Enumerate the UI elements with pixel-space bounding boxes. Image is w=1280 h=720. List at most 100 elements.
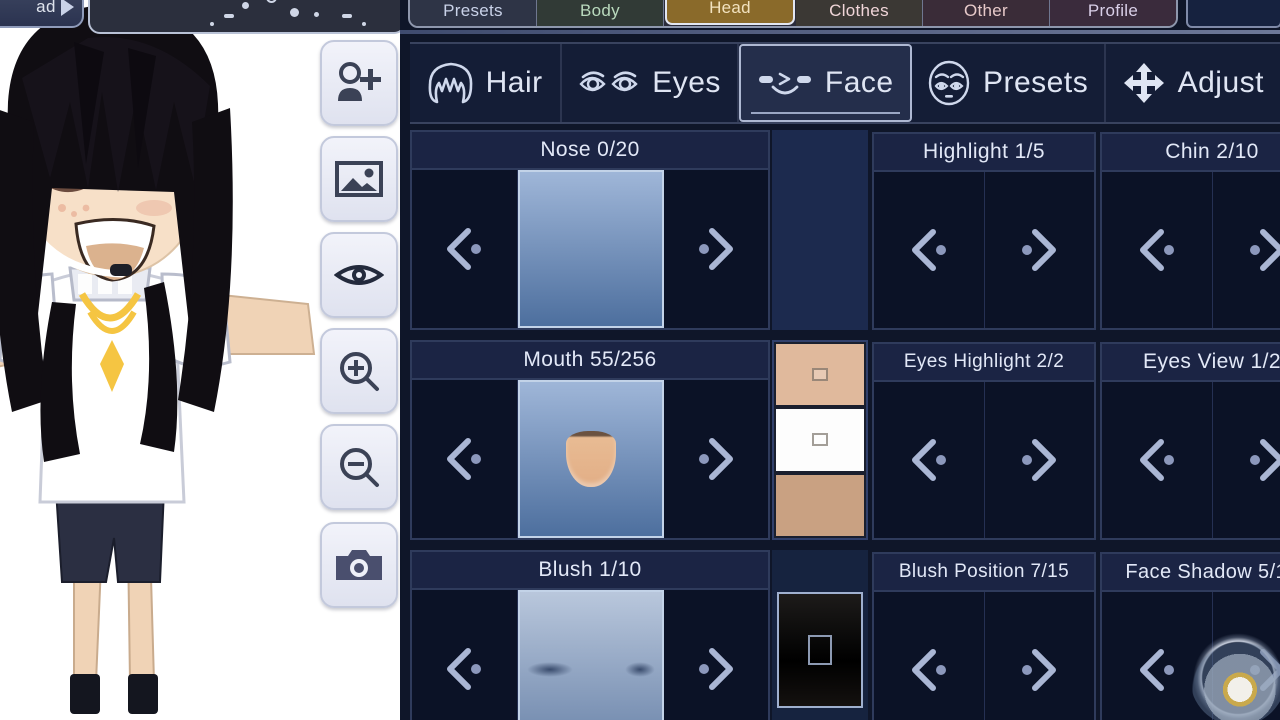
tab-profile[interactable]: Profile [1050, 0, 1176, 26]
mouth-next-button[interactable] [663, 380, 768, 538]
blush-prev-button[interactable] [412, 590, 518, 720]
nose-swatch-placeholder [772, 130, 868, 330]
character-sprite [0, 0, 338, 720]
preview-eye-button[interactable] [320, 232, 398, 318]
swatch-skin[interactable] [774, 342, 866, 408]
tool-rail [320, 40, 398, 608]
nose-preview[interactable] [517, 170, 664, 328]
chevron-left-icon [903, 224, 955, 276]
person-plus-icon [338, 62, 381, 101]
chevron-right-icon [1241, 434, 1280, 486]
subnav-item-presets[interactable]: Presets [912, 44, 1106, 122]
chevron-left-icon [903, 644, 955, 696]
zoom-out-button[interactable] [320, 424, 398, 510]
option-card-eyes-highlight: Eyes Highlight 2/2 [872, 342, 1096, 540]
option-card-face-shadow-title: Face Shadow 5/10 [1102, 554, 1280, 592]
mouth-color-swatch-column [772, 340, 868, 540]
chevron-right-icon [690, 223, 742, 275]
option-card-blush: Blush 1/10 [410, 550, 770, 720]
sparkle-group [90, 0, 400, 32]
magnifier-plus-icon [340, 352, 379, 391]
tab-clothes[interactable]: Clothes [796, 0, 923, 26]
eye-icon [334, 265, 384, 285]
ad-badge-label: ad [36, 0, 56, 16]
chevron-left-icon [903, 434, 955, 486]
magnifier-minus-icon [340, 448, 379, 487]
swatch-white[interactable] [774, 407, 866, 473]
subnav-item-adjust[interactable]: Adjust [1106, 44, 1280, 122]
tab-head-label: Head [709, 0, 751, 17]
option-card-highlight-title: Highlight 1/5 [874, 134, 1094, 172]
blush-marks-icon [526, 661, 655, 677]
background-image-button[interactable] [320, 136, 398, 222]
chevron-right-icon [1013, 224, 1065, 276]
eyes-highlight-prev-button[interactable] [874, 382, 985, 538]
subnav-item-hair[interactable]: Hair [410, 44, 563, 122]
swatch-marker-icon [812, 368, 828, 382]
eyes-highlight-next-button[interactable] [984, 382, 1094, 538]
mouth-prev-button[interactable] [412, 380, 518, 538]
option-card-blush-title: Blush 1/10 [412, 552, 768, 590]
blush-next-button[interactable] [663, 590, 768, 720]
zoom-in-button[interactable] [320, 328, 398, 414]
chin-prev-button[interactable] [1102, 172, 1213, 328]
eyes-view-prev-button[interactable] [1102, 382, 1213, 538]
tab-head[interactable]: Head [665, 0, 795, 25]
mouth-shape-icon [565, 431, 616, 487]
tab-clothes-label: Clothes [829, 1, 889, 20]
tab-body[interactable]: Body [537, 0, 664, 26]
chevron-right-icon [690, 643, 742, 695]
tab-bar-right-panel[interactable] [1186, 0, 1280, 28]
tab-other[interactable]: Other [923, 0, 1050, 26]
face-icon [757, 66, 813, 100]
editor-panel: Presets Body Head Clothes Other Profile [400, 0, 1280, 720]
mouth-preview[interactable] [517, 380, 664, 538]
blush-color-swatch-column [772, 550, 868, 720]
blush-position-prev-button[interactable] [874, 592, 985, 720]
camera-icon [336, 550, 382, 580]
play-triangle-icon [61, 0, 74, 16]
hair-icon [428, 61, 474, 105]
chevron-right-icon [1241, 224, 1280, 276]
tab-presets-label: Presets [443, 1, 503, 20]
option-card-eyes-view: Eyes View 1/2 [1100, 342, 1280, 540]
blush-position-next-button[interactable] [984, 592, 1094, 720]
tab-bar-underline [400, 30, 1280, 34]
option-card-blush-position: Blush Position 7/15 [872, 552, 1096, 720]
add-character-button[interactable] [320, 40, 398, 126]
swatch-tan[interactable] [774, 472, 866, 538]
chevron-left-icon [438, 223, 490, 275]
option-card-highlight-body [874, 172, 1094, 328]
swatch-black[interactable] [777, 592, 863, 708]
highlight-next-button[interactable] [984, 172, 1094, 328]
option-card-nose: Nose 0/20 [410, 130, 770, 330]
subnav-item-eyes[interactable]: Eyes [562, 44, 739, 122]
blush-preview[interactable] [517, 590, 664, 720]
option-card-chin-body [1102, 172, 1280, 328]
ad-badge[interactable]: ad [0, 0, 84, 28]
gacha-character-editor-screen: ad Presets Body Head Clothes Other Profi… [0, 0, 1280, 720]
option-card-blush-body [412, 590, 768, 720]
tab-presets[interactable]: Presets [410, 0, 537, 26]
highlight-prev-button[interactable] [874, 172, 985, 328]
subnav-item-eyes-label: Eyes [652, 66, 721, 99]
option-card-chin-title: Chin 2/10 [1102, 134, 1280, 172]
option-card-mouth-body [412, 380, 768, 538]
face-presets-icon [927, 60, 971, 106]
option-card-eyes-view-title: Eyes View 1/2 [1102, 344, 1280, 382]
subnav-item-presets-label: Presets [983, 66, 1089, 99]
option-card-eyes-view-body [1102, 382, 1280, 538]
chevron-left-icon [1131, 224, 1183, 276]
tab-body-label: Body [580, 1, 620, 20]
eyes-icon [578, 66, 640, 100]
eyes-view-next-button[interactable] [1212, 382, 1280, 538]
swatch-marker-icon [812, 433, 828, 447]
nose-prev-button[interactable] [412, 170, 518, 328]
chin-next-button[interactable] [1212, 172, 1280, 328]
nose-next-button[interactable] [663, 170, 768, 328]
tab-profile-label: Profile [1087, 1, 1139, 20]
chevron-right-icon [1013, 644, 1065, 696]
subnav-item-face[interactable]: Face [738, 44, 912, 122]
move-arrows-icon [1122, 61, 1166, 105]
camera-button[interactable] [320, 522, 398, 608]
